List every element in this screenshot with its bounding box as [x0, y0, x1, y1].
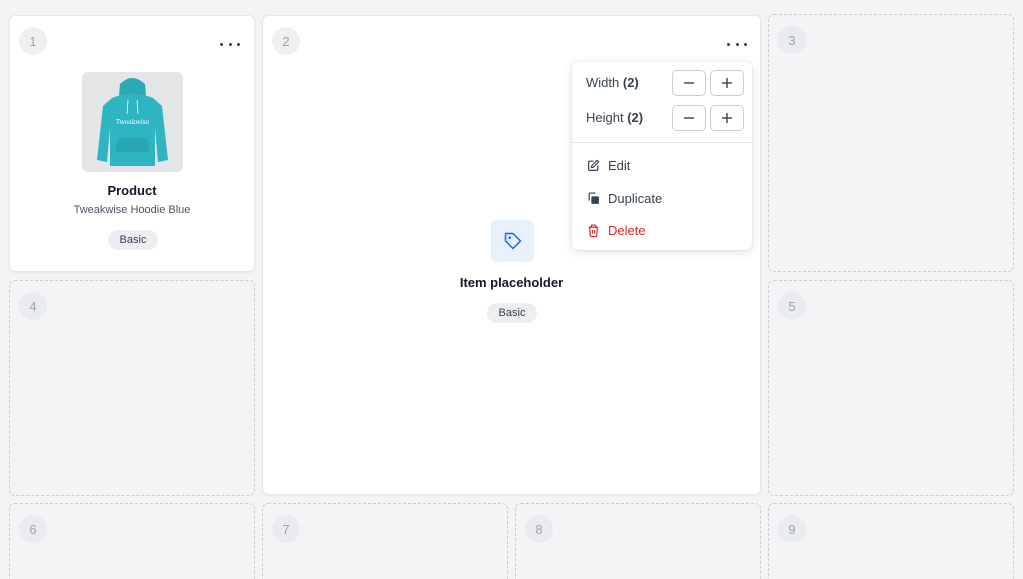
badge-basic: Basic	[487, 303, 537, 323]
placeholder-title: Item placeholder	[459, 275, 564, 290]
width-value: (2)	[622, 75, 639, 90]
minus-icon	[684, 82, 694, 84]
menu-item-label: Edit	[608, 158, 631, 173]
menu-item-duplicate[interactable]: Duplicate	[586, 191, 662, 206]
tag-icon	[504, 232, 521, 250]
slot-number: 2	[272, 27, 300, 55]
trash-icon	[586, 224, 600, 238]
more-options-icon[interactable]	[220, 38, 240, 50]
height-decrease-button[interactable]	[672, 105, 706, 131]
slot-number: 5	[778, 292, 806, 320]
slot-number: 8	[525, 515, 553, 543]
edit-icon	[586, 159, 600, 173]
width-decrease-button[interactable]	[672, 70, 706, 96]
grid-slot-5[interactable]: 5	[768, 280, 1014, 496]
menu-item-label: Duplicate	[608, 191, 663, 206]
more-options-icon[interactable]	[727, 38, 747, 50]
height-value: (2)	[627, 110, 644, 125]
hoodie-image: Tweakwise	[82, 72, 183, 172]
menu-item-delete[interactable]: Delete	[586, 223, 646, 238]
grid-slot-4[interactable]: 4	[9, 280, 255, 496]
grid-slot-6[interactable]: 6	[9, 503, 255, 579]
placeholder-icon-box	[491, 220, 534, 262]
menu-item-edit[interactable]: Edit	[586, 158, 630, 173]
grid-slot-3[interactable]: 3	[768, 14, 1014, 272]
menu-item-label: Delete	[608, 223, 646, 238]
width-increase-button[interactable]	[710, 70, 744, 96]
slot-number: 4	[19, 292, 47, 320]
height-increase-button[interactable]	[710, 105, 744, 131]
menu-divider	[572, 142, 752, 143]
slot-number: 3	[778, 26, 806, 54]
product-name: Tweakwise Hoodie Blue	[73, 204, 191, 216]
plus-icon	[722, 78, 732, 88]
slot-options-menu: Width (2) Height (2) Edit Duplicate Dele…	[572, 62, 752, 250]
grid-slot-8[interactable]: 8	[515, 503, 761, 579]
height-control-label: Height (2)	[586, 110, 643, 125]
width-control-label: Width (2)	[586, 75, 639, 90]
height-label: Height	[586, 110, 624, 125]
grid-slot-9[interactable]: 9	[768, 503, 1014, 579]
product-card-title: Product	[107, 183, 157, 198]
slot-number: 9	[778, 515, 806, 543]
product-image: Tweakwise	[82, 72, 183, 172]
badge-basic: Basic	[108, 230, 158, 250]
duplicate-icon	[586, 192, 600, 206]
plus-icon	[722, 113, 732, 123]
minus-icon	[684, 117, 694, 119]
slot-number: 1	[19, 27, 47, 55]
grid-slot-1[interactable]: 1 Tweakwise Product Tweakwise Hoodie Blu…	[9, 15, 255, 272]
slot-number: 7	[272, 515, 300, 543]
grid-slot-7[interactable]: 7	[262, 503, 508, 579]
width-label: Width	[586, 75, 620, 90]
slot-number: 6	[19, 515, 47, 543]
hoodie-print-text: Tweakwise	[116, 119, 150, 126]
